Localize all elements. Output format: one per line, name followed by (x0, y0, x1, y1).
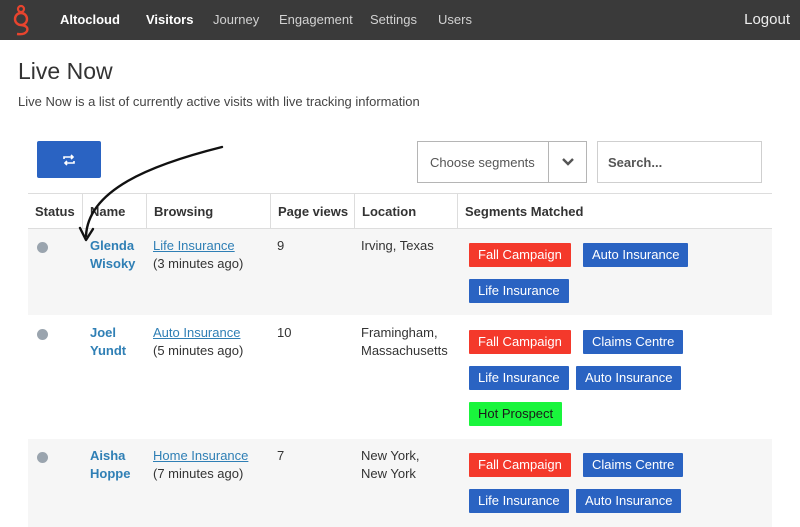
page-title: Live Now (18, 58, 113, 84)
segments-placeholder: Choose segments (430, 155, 535, 170)
first-name[interactable]: Glenda (90, 238, 134, 253)
location-line-1: New York, (361, 448, 420, 463)
status-indicator (37, 329, 48, 340)
segment-badge[interactable]: Hot Prospect (469, 402, 563, 426)
nav-journey[interactable]: Journey (213, 12, 259, 27)
location-line-1: Irving, Texas (361, 238, 434, 253)
last-name[interactable]: Wisoky (90, 256, 135, 271)
header-location: Location (354, 194, 457, 230)
segment-badge[interactable]: Claims Centre (583, 330, 684, 354)
page-description: Live Now is a list of currently active v… (18, 94, 420, 109)
nav-engagement[interactable]: Engagement (279, 12, 353, 27)
table-row[interactable]: Joel Yundt Auto Insurance (5 minutes ago… (28, 316, 772, 439)
live-visits-table: Status Name Browsing Page views Location… (28, 193, 772, 527)
segments-select[interactable]: Choose segments (417, 141, 587, 183)
last-name[interactable]: Yundt (90, 343, 126, 358)
segment-badge[interactable]: Claims Centre (583, 453, 684, 477)
location: Irving, Texas (354, 237, 434, 255)
nav-settings[interactable]: Settings (370, 12, 417, 27)
location: New York, New York (354, 447, 420, 483)
visitor-name[interactable]: Aisha Hoppe (83, 447, 138, 483)
first-name[interactable]: Aisha (90, 448, 125, 463)
genesys-logo-icon[interactable] (10, 4, 32, 36)
logout-link[interactable]: Logout (744, 11, 790, 28)
status-indicator (37, 242, 48, 253)
table-header: Status Name Browsing Page views Location… (28, 193, 772, 230)
segment-badge[interactable]: Auto Insurance (576, 489, 682, 513)
page-views: 7 (277, 448, 285, 463)
browsing-page-link[interactable]: Home Insurance (153, 447, 248, 465)
page-views: 10 (277, 325, 292, 340)
browsing-cell: Life Insurance (3 minutes ago) (146, 237, 243, 273)
visitor-name[interactable]: Joel Yundt (83, 324, 138, 360)
browsing-time: (7 minutes ago) (153, 466, 244, 481)
visitor-name[interactable]: Glenda Wisoky (83, 237, 138, 273)
location: Framingham, Massachusetts (354, 324, 448, 360)
first-name[interactable]: Joel (90, 325, 116, 340)
last-name[interactable]: Hoppe (90, 466, 130, 481)
refresh-icon (63, 153, 75, 166)
browsing-page-link[interactable]: Life Insurance (153, 237, 243, 255)
browsing-time: (3 minutes ago) (153, 256, 244, 271)
segment-badge[interactable]: Auto Insurance (583, 243, 689, 267)
select-divider (548, 142, 549, 182)
location-line-2: New York (361, 466, 416, 481)
browsing-time: (5 minutes ago) (153, 343, 244, 358)
segment-badge[interactable]: Life Insurance (469, 489, 569, 513)
header-page-views: Page views (270, 194, 354, 230)
segment-badge[interactable]: Auto Insurance (576, 366, 682, 390)
header-name: Name (82, 194, 146, 230)
table-row[interactable]: Aisha Hoppe Home Insurance (7 minutes ag… (28, 439, 772, 527)
brand-name[interactable]: Altocloud (60, 12, 120, 27)
browsing-cell: Auto Insurance (5 minutes ago) (146, 324, 243, 360)
nav-visitors[interactable]: Visitors (146, 12, 193, 27)
header-browsing: Browsing (146, 194, 270, 230)
location-line-2: Massachusetts (361, 343, 448, 358)
status-indicator (37, 452, 48, 463)
page-views: 9 (277, 238, 285, 253)
table-row[interactable]: Glenda Wisoky Life Insurance (3 minutes … (28, 229, 772, 316)
segment-badge[interactable]: Life Insurance (469, 279, 569, 303)
segment-badge[interactable]: Fall Campaign (469, 453, 571, 477)
location-line-1: Framingham, (361, 325, 438, 340)
header-status: Status (35, 204, 75, 219)
browsing-page-link[interactable]: Auto Insurance (153, 324, 243, 342)
browsing-cell: Home Insurance (7 minutes ago) (146, 447, 248, 483)
refresh-button[interactable] (37, 141, 101, 178)
header-segments: Segments Matched (457, 194, 772, 230)
chevron-down-icon[interactable] (560, 154, 576, 170)
search-input[interactable] (597, 141, 762, 183)
segment-badge[interactable]: Fall Campaign (469, 243, 571, 267)
segment-badge[interactable]: Life Insurance (469, 366, 569, 390)
nav-users[interactable]: Users (438, 12, 472, 27)
top-navbar: Altocloud Visitors Journey Engagement Se… (0, 0, 800, 40)
segment-badge[interactable]: Fall Campaign (469, 330, 571, 354)
